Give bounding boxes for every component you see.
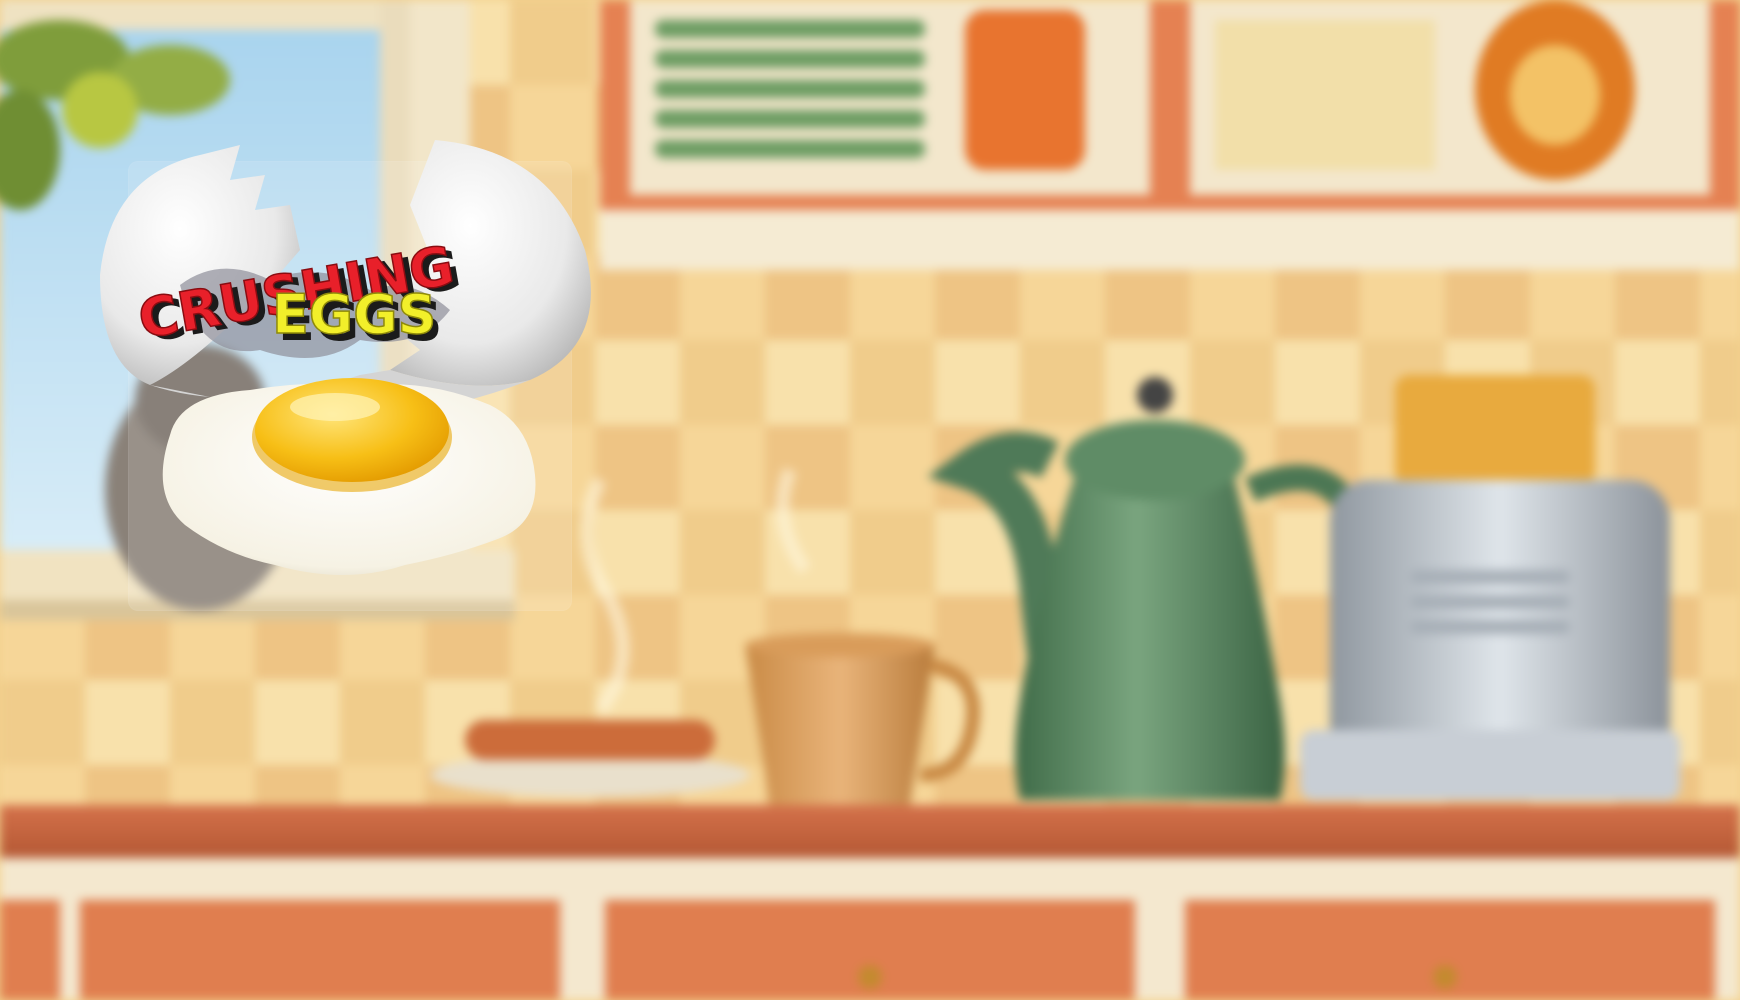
fried-egg-icon (162, 378, 536, 575)
game-stage: CRUSHING CRUSHING EGGS EGGS (0, 0, 1740, 1000)
lower-cabinets (0, 900, 1715, 1000)
title-line-2-fill: EGGS (272, 283, 436, 346)
game-logo: CRUSHING CRUSHING EGGS EGGS (100, 140, 591, 575)
wall-cabinets (600, 0, 1740, 270)
